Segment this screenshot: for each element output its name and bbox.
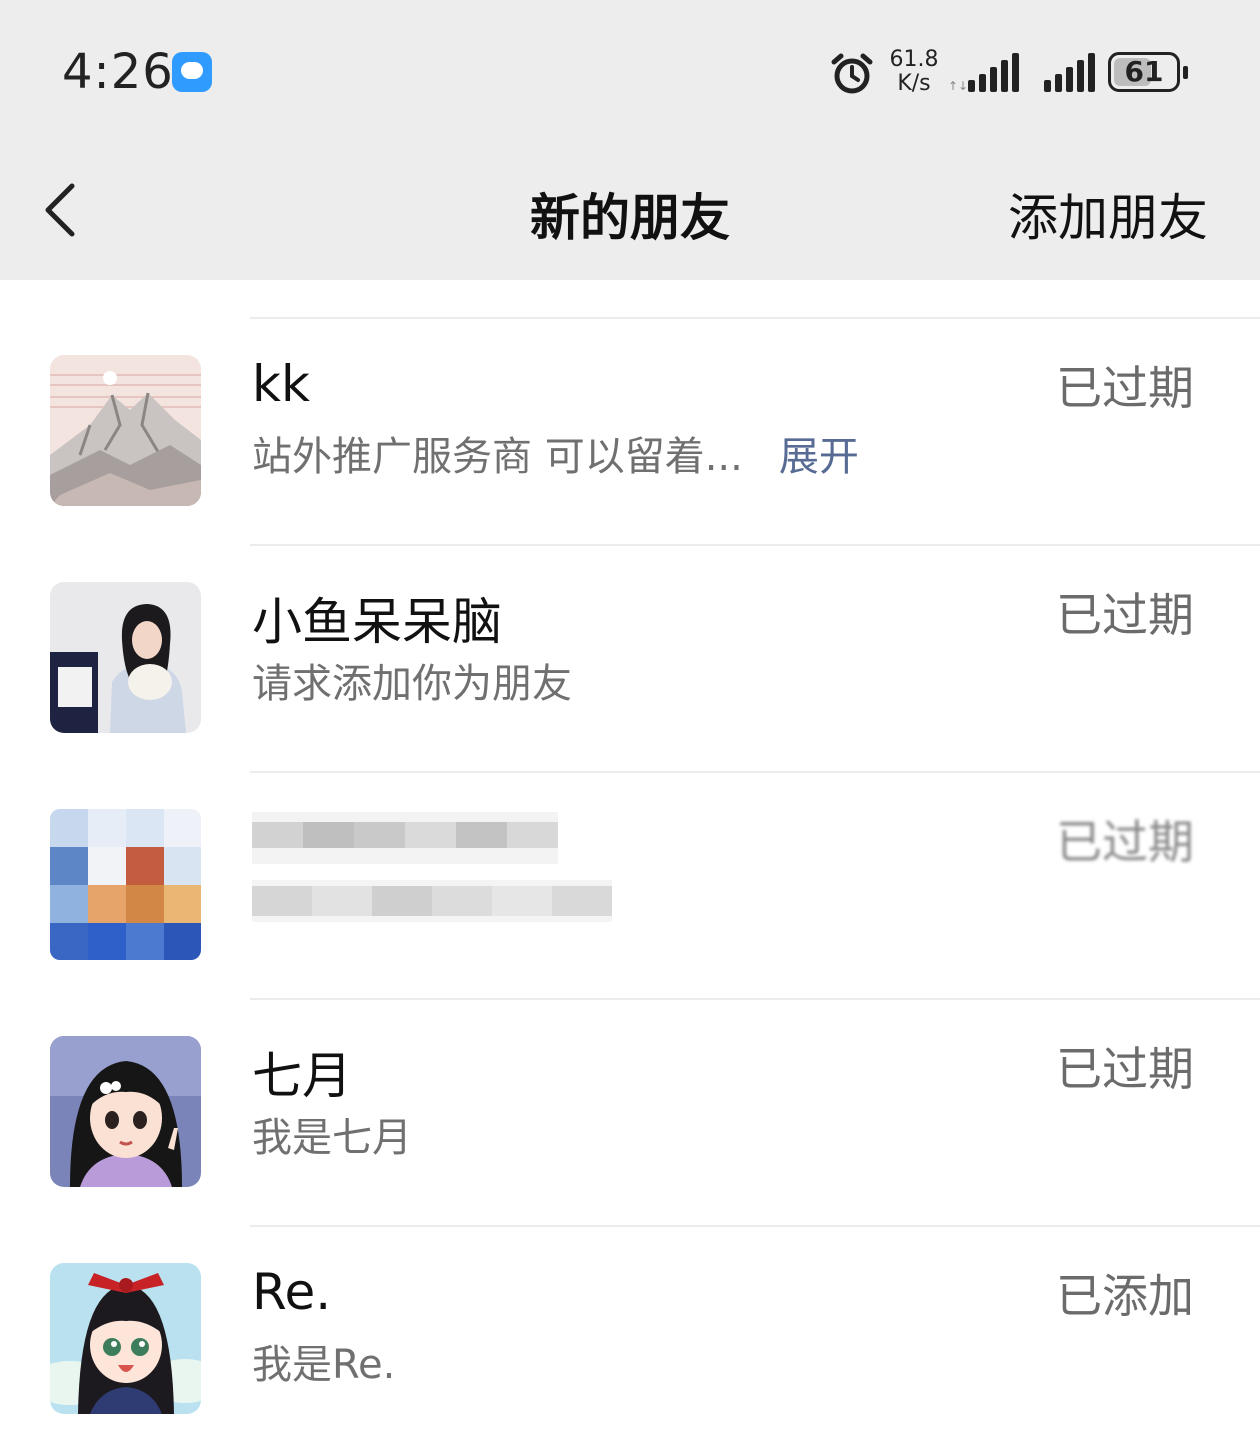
pixelated-avatar-image	[50, 809, 201, 960]
network-speed-value: 61.8	[889, 47, 939, 72]
redacted-name-block	[252, 812, 558, 864]
battery-level: 61	[1124, 55, 1164, 88]
request-message: 我是七月	[252, 1115, 412, 1161]
friend-name: kk	[252, 355, 310, 413]
redacted-message-block	[252, 880, 612, 922]
request-message: 站外推广服务商 可以留着... 展开	[252, 424, 859, 482]
navigation-bar: 新的朋友 添加朋友	[0, 140, 1260, 280]
svg-text:↑↓: ↑↓	[948, 79, 968, 93]
friend-name: 小鱼呆呆脑	[252, 593, 502, 651]
battery-icon: 61	[1108, 52, 1188, 92]
alarm-clock-icon	[831, 53, 873, 94]
expand-link[interactable]: 展开	[779, 434, 859, 480]
network-speed-unit: K/s	[897, 71, 931, 96]
signal-strength-icon-sim2	[1044, 53, 1095, 92]
cartoon-girl-red-bow-image	[50, 1263, 201, 1414]
friend-request-item[interactable]: 小鱼呆呆脑 请求添加你为朋友 已过期	[0, 545, 1260, 772]
add-friends-button[interactable]: 添加朋友	[1008, 178, 1208, 250]
signal-strength-icon-sim1: ↑↓	[948, 53, 1019, 93]
request-message: 请求添加你为朋友	[252, 661, 572, 707]
friend-name: Re.	[252, 1263, 332, 1321]
request-message: 我是Re.	[252, 1342, 396, 1388]
avatar[interactable]	[50, 1263, 201, 1414]
cartoon-girl-image	[50, 1036, 201, 1187]
avatar[interactable]	[50, 582, 201, 733]
request-status: 已过期	[1056, 588, 1194, 642]
message-notification-icon	[172, 52, 212, 92]
friend-request-item[interactable]: Re. 我是Re. 已添加	[0, 1226, 1260, 1453]
request-status: 已过期	[1056, 361, 1194, 415]
network-speed: 61.8 K/s	[884, 48, 944, 96]
request-message-text: 站外推广服务商 可以留着...	[252, 434, 743, 480]
girl-photo-image	[50, 582, 201, 733]
status-bar: 4:26 61.8 K/s ↑↓ 61	[0, 0, 1260, 140]
clock: 4:26	[62, 44, 174, 100]
request-status: 已过期	[1056, 815, 1194, 869]
friend-name: 七月	[252, 1047, 352, 1105]
friend-request-item[interactable]: 七月 我是七月 已过期	[0, 999, 1260, 1226]
friend-request-item-redacted[interactable]: 已过期	[0, 772, 1260, 999]
avatar[interactable]	[50, 1036, 201, 1187]
friend-request-item[interactable]: kk 站外推广服务商 可以留着... 展开 已过期	[0, 318, 1260, 545]
request-status: 已过期	[1056, 1042, 1194, 1096]
avatar-pixelated[interactable]	[50, 809, 201, 960]
request-status: 已添加	[1056, 1269, 1194, 1323]
avatar[interactable]	[50, 355, 201, 506]
mountain-landscape-image	[50, 355, 201, 506]
